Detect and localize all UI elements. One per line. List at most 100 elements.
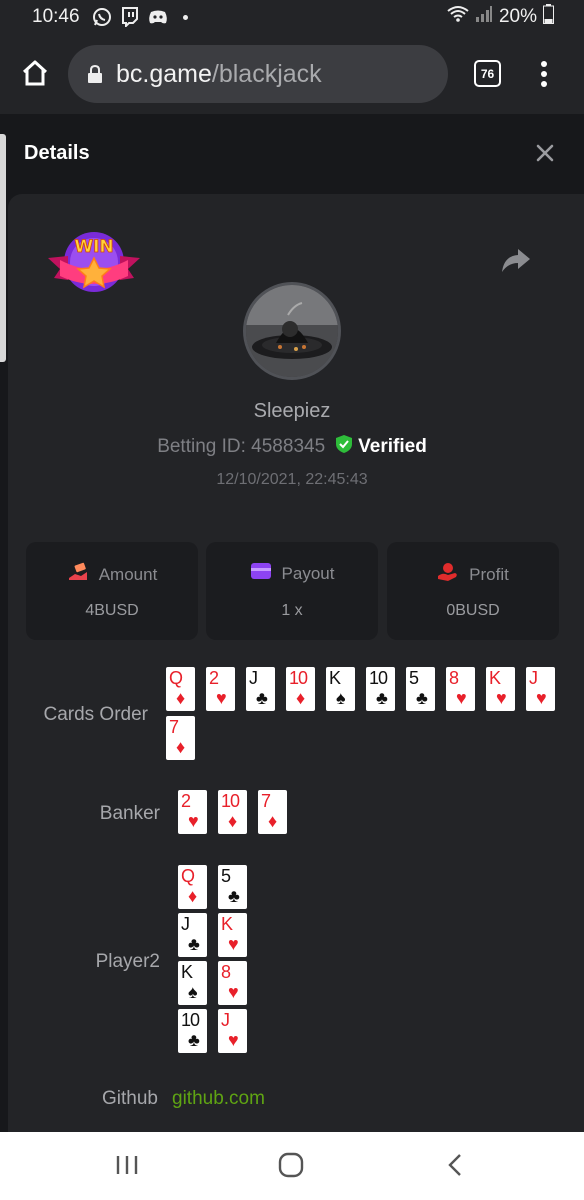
player2-label: Player2	[95, 951, 160, 972]
win-badge-text: WIN	[74, 237, 113, 257]
card-rank: 7	[169, 717, 179, 737]
cards-order-card: K ♥	[486, 667, 515, 711]
address-bar[interactable]: bc.game/blackjack	[68, 45, 448, 103]
cards-order-card: Q ♦	[166, 667, 195, 711]
card-suit-icon: ♥	[228, 1030, 239, 1050]
profit-hand-icon	[437, 562, 459, 587]
github-label: Github	[102, 1088, 158, 1109]
card-suit-icon: ♣	[376, 688, 388, 708]
banker-card: 10 ♦	[218, 790, 247, 834]
browser-toolbar: bc.game/blackjack 76	[0, 34, 584, 114]
player2-card: 8 ♥	[218, 961, 247, 1005]
card-suit-icon: ♣	[188, 934, 200, 954]
card-rank: Q	[169, 668, 183, 688]
bet-datetime: 12/10/2021, 22:45:43	[216, 471, 368, 488]
card-suit-icon: ♥	[536, 688, 547, 708]
card-rank: K	[489, 668, 501, 688]
stat-amount: Amount 4BUSD	[26, 542, 198, 640]
card-suit-icon: ♣	[228, 886, 240, 906]
cards-order-card: J ♣	[246, 667, 275, 711]
player2-card: 5 ♣	[218, 865, 247, 909]
card-rank: 2	[181, 791, 191, 811]
lock-icon	[88, 65, 102, 83]
stat-amount-label: Amount	[98, 564, 158, 584]
url-host: bc.game	[116, 59, 212, 88]
banker-card: 2 ♥	[178, 790, 207, 834]
overflow-menu-icon[interactable]	[536, 58, 552, 90]
win-badge: WIN	[46, 228, 142, 300]
recent-apps-icon[interactable]	[112, 1150, 142, 1180]
card-suit-icon: ♥	[228, 934, 239, 954]
card-suit-icon: ♣	[416, 688, 428, 708]
dot-icon	[182, 14, 188, 20]
card-suit-icon: ♦	[228, 811, 238, 831]
stat-profit-label: Profit	[469, 564, 509, 584]
verified-badge: Verified	[335, 434, 427, 460]
card-suit-icon: ♥	[188, 811, 199, 831]
card-rank: 8	[221, 962, 231, 982]
betting-id: Betting ID: 4588345	[157, 436, 326, 457]
battery-icon	[543, 4, 554, 30]
verified-label: Verified	[358, 436, 427, 457]
banker-label: Banker	[99, 803, 160, 824]
card-rank: J	[529, 668, 538, 688]
card-rank: 8	[449, 668, 459, 688]
card-suit-icon: ♦	[188, 886, 198, 906]
player2-card: 10 ♣	[178, 1009, 207, 1053]
system-nav-bar	[0, 1132, 584, 1200]
player2-card: K ♠	[178, 961, 207, 1005]
card-rank: J	[249, 668, 258, 688]
share-icon[interactable]	[500, 248, 532, 276]
banker-card: 7 ♦	[258, 790, 287, 834]
card-rank: 5	[221, 866, 231, 886]
shield-check-icon	[335, 434, 353, 460]
cards-order-card: J ♥	[526, 667, 555, 711]
card-rank: Q	[181, 866, 195, 886]
home-icon[interactable]	[18, 56, 52, 90]
stat-profit: Profit 0BUSD	[387, 542, 559, 640]
twitch-icon	[121, 7, 139, 27]
card-suit-icon: ♥	[216, 688, 227, 708]
money-hand-icon	[67, 562, 89, 587]
card-rank: 5	[409, 668, 419, 688]
card-rank: 2	[209, 668, 219, 688]
player2-card: Q ♦	[178, 865, 207, 909]
avatar	[243, 282, 341, 380]
battery-level: 20%	[498, 6, 537, 27]
github-link[interactable]: github.com	[172, 1088, 265, 1110]
card-suit-icon: ♥	[456, 688, 467, 708]
stat-payout-value: 1 x	[281, 602, 303, 619]
card-rank: 10	[289, 668, 308, 688]
modal-title: Details	[24, 142, 90, 164]
card-suit-icon: ♥	[496, 688, 507, 708]
back-icon[interactable]	[440, 1150, 470, 1180]
card-suit-icon: ♣	[188, 1030, 200, 1050]
close-icon[interactable]	[534, 142, 556, 164]
username: Sleepiez	[253, 400, 331, 422]
player2-card: J ♣	[178, 913, 207, 957]
card-suit-icon: ♦	[176, 737, 186, 757]
card-icon	[250, 562, 272, 585]
status-time: 10:46	[32, 6, 80, 27]
card-rank: 7	[261, 791, 271, 811]
card-rank: K	[221, 914, 233, 934]
card-suit-icon: ♥	[228, 982, 239, 1002]
status-bar: 10:46 20%	[0, 0, 584, 34]
card-suit-icon: ♣	[256, 688, 268, 708]
card-rank: 10	[221, 791, 240, 811]
card-rank: 10	[369, 668, 388, 688]
stat-payout-label: Payout	[281, 563, 335, 583]
wifi-icon	[447, 5, 469, 29]
card-suit-icon: ♠	[188, 982, 198, 1002]
home-nav-icon[interactable]	[276, 1150, 306, 1180]
tab-switcher-button[interactable]: 76	[474, 60, 501, 87]
card-rank: K	[329, 668, 341, 688]
card-suit-icon: ♦	[176, 688, 186, 708]
card-rank: K	[181, 962, 193, 982]
whatsapp-icon	[92, 7, 112, 27]
cards-order-card: 10 ♦	[286, 667, 315, 711]
betting-id-row: Betting ID: 4588345 Verified	[0, 434, 584, 460]
scrollbar[interactable]	[0, 134, 6, 362]
card-suit-icon: ♦	[296, 688, 306, 708]
signal-icon	[475, 5, 493, 29]
